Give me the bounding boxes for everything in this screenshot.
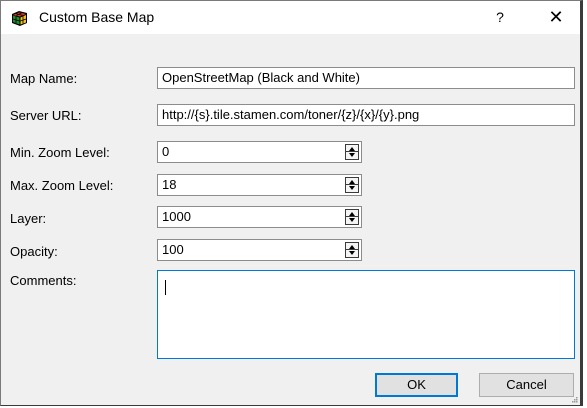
resize-grip-icon[interactable] [572,397,578,403]
opacity-spinbox[interactable]: 100 [157,239,362,261]
opacity-value: 100 [162,242,184,257]
layer-value: 1000 [162,209,191,224]
dialog-title: Custom Base Map [39,9,155,25]
max-zoom-value: 18 [162,177,177,192]
comments-textarea[interactable] [157,270,575,359]
title-bar[interactable]: Custom Base Map ? ✕ [1,1,580,34]
map-name-label: Map Name: [10,71,78,86]
ok-button[interactable]: OK [375,373,458,397]
spinner-arrows-icon[interactable] [345,177,359,193]
cancel-button[interactable]: Cancel [479,373,574,397]
app-cube-icon [12,11,27,26]
spinner-arrows-icon[interactable] [345,144,359,160]
close-button[interactable]: ✕ [531,1,581,34]
max-zoom-spinbox[interactable]: 18 [157,174,362,196]
comments-label: Comments: [10,273,77,288]
min-zoom-label: Min. Zoom Level: [10,145,110,160]
opacity-label: Opacity: [10,244,58,259]
help-button[interactable]: ? [484,1,516,34]
map-name-input[interactable]: OpenStreetMap (Black and White) [157,67,575,89]
server-url-input[interactable]: http://{s}.tile.stamen.com/toner/{z}/{x}… [157,104,575,126]
custom-base-map-dialog: Custom Base Map ? ✕ Map Name: OpenStreet… [0,0,583,406]
layer-label: Layer: [10,211,47,226]
spinner-arrows-icon[interactable] [345,209,359,225]
server-url-label: Server URL: [10,108,82,123]
min-zoom-value: 0 [162,144,170,159]
text-caret [165,280,166,295]
layer-spinbox[interactable]: 1000 [157,206,362,228]
min-zoom-spinbox[interactable]: 0 [157,141,362,163]
max-zoom-label: Max. Zoom Level: [10,178,114,193]
spinner-arrows-icon[interactable] [345,242,359,258]
